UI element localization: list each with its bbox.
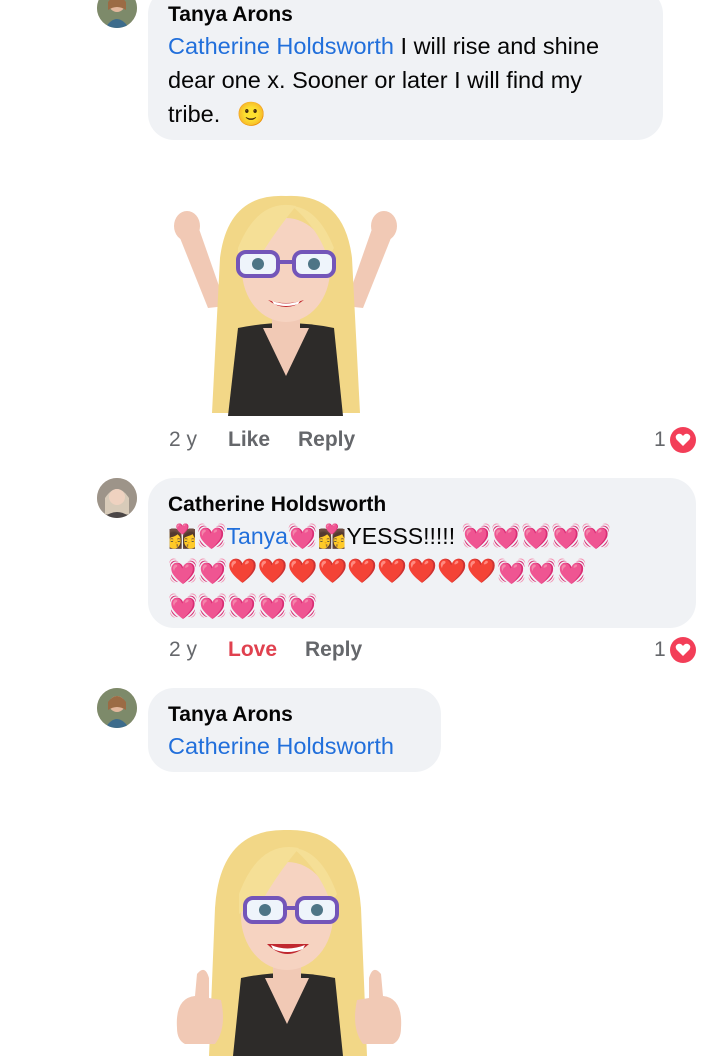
- red-heart-emoji: ❤️: [437, 558, 467, 585]
- pink-heart-emoji: 💓: [257, 593, 288, 620]
- pink-heart-emoji: 💓: [461, 523, 492, 550]
- pink-heart-emoji: 💓: [168, 558, 198, 585]
- timestamp[interactable]: 2 y: [169, 425, 197, 455]
- pink-heart-emoji: 💓: [551, 523, 582, 550]
- pink-heart-emoji: 💓: [491, 523, 522, 550]
- reply-button[interactable]: Reply: [298, 425, 355, 455]
- avatar-catherine[interactable]: [97, 478, 137, 518]
- pink-heart-emoji: 💓: [227, 593, 258, 620]
- smile-emoji: 🙂: [236, 101, 267, 127]
- pink-heart-emoji: 💓: [197, 558, 228, 585]
- red-heart-emoji: ❤️: [287, 558, 318, 585]
- pink-heart-emoji: 💓: [196, 523, 227, 550]
- comment-author[interactable]: Tanya Arons: [168, 1, 643, 29]
- sticker-arms-raised: [168, 188, 403, 416]
- mention-link[interactable]: Catherine Holdsworth: [168, 33, 394, 59]
- like-button[interactable]: Like: [228, 425, 270, 455]
- avatar-tanya[interactable]: [97, 0, 137, 28]
- kiss-couple-emoji: 👩‍❤️‍💋‍👩: [317, 523, 347, 549]
- reaction-count[interactable]: 1: [654, 635, 696, 665]
- red-heart-emoji: ❤️: [407, 558, 438, 585]
- pink-heart-emoji: 💓: [197, 593, 228, 620]
- red-heart-emoji: ❤️: [317, 558, 348, 585]
- pink-heart-emoji: 💓: [496, 558, 527, 585]
- mention-link[interactable]: Catherine Holdsworth: [168, 733, 394, 759]
- comment-author[interactable]: Catherine Holdsworth: [168, 491, 676, 519]
- comment-bubble: Tanya Arons Catherine Holdsworth: [148, 688, 441, 772]
- reaction-count[interactable]: 1: [654, 425, 696, 455]
- reply-button[interactable]: Reply: [305, 635, 362, 665]
- comment-meta: 2 y Like Reply: [169, 425, 469, 455]
- pink-heart-emoji: 💓: [556, 558, 587, 585]
- sticker-thumbs-up: [175, 828, 403, 1056]
- comment-meta: 2 y Love Reply: [169, 635, 469, 665]
- pink-heart-emoji: 💓: [168, 593, 198, 620]
- comment-author[interactable]: Tanya Arons: [168, 701, 421, 729]
- kiss-couple-emoji: 👩‍❤️‍💋‍👩: [168, 523, 197, 549]
- comment-text: 👩‍❤️‍💋‍👩💓Tanya💓👩‍❤️‍💋‍👩YESSS!!!!! 💓💓💓💓💓: [168, 523, 611, 550]
- red-heart-emoji: ❤️: [466, 558, 497, 585]
- comment-text: 💓💓💓💓💓: [168, 589, 676, 624]
- pink-heart-emoji: 💓: [287, 523, 318, 550]
- pink-heart-emoji: 💓: [287, 593, 318, 620]
- comment-text: Catherine Holdsworth: [168, 729, 421, 763]
- comment-text: Catherine Holdsworth I will rise and shi…: [168, 33, 600, 127]
- pink-heart-emoji: 💓: [521, 523, 552, 550]
- comment-bubble: Catherine Holdsworth 👩‍❤️‍💋‍👩💓Tanya💓👩‍❤️…: [148, 478, 696, 628]
- red-heart-emoji: ❤️: [257, 558, 288, 585]
- pink-heart-emoji: 💓: [581, 523, 611, 550]
- comment-text: 💓💓❤️❤️❤️❤️❤️❤️❤️❤️❤️💓💓💓: [168, 554, 676, 589]
- avatar-tanya[interactable]: [97, 688, 137, 728]
- comment-bubble: Tanya Arons Catherine Holdsworth I will …: [148, 0, 663, 140]
- red-heart-emoji: ❤️: [347, 558, 378, 585]
- love-button[interactable]: Love: [228, 635, 277, 665]
- timestamp[interactable]: 2 y: [169, 635, 197, 665]
- mention-link[interactable]: Tanya: [227, 523, 288, 549]
- heart-reaction-icon: [669, 637, 696, 663]
- red-heart-emoji: ❤️: [227, 558, 258, 585]
- red-heart-emoji: ❤️: [377, 558, 408, 585]
- pink-heart-emoji: 💓: [526, 558, 557, 585]
- heart-reaction-icon: [669, 427, 696, 453]
